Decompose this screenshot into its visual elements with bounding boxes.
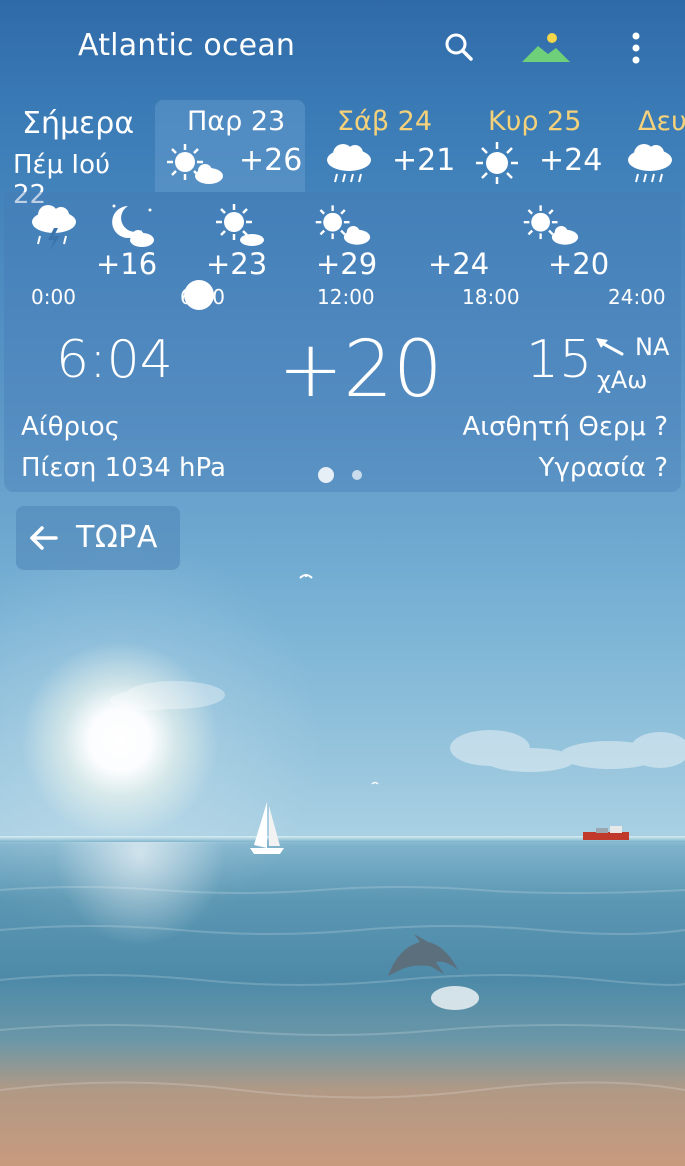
wind-name: χΑω bbox=[597, 366, 648, 394]
thunderstorm-icon bbox=[32, 205, 76, 250]
sea-waves bbox=[0, 886, 685, 1099]
partly-cloudy-icon bbox=[523, 205, 579, 245]
scenery-button[interactable] bbox=[518, 28, 574, 68]
bird-small bbox=[371, 781, 379, 785]
more-options-button[interactable] bbox=[622, 28, 650, 68]
tab-sat[interactable]: Σάβ 24 +21 bbox=[315, 100, 455, 192]
day-label: Παρ 23 bbox=[187, 106, 286, 137]
page-dot-active bbox=[318, 467, 334, 483]
wind-direction-arrow-icon bbox=[596, 338, 624, 356]
search-icon bbox=[445, 33, 473, 61]
day-temp: +24 bbox=[539, 143, 603, 178]
partly-cloudy-icon bbox=[216, 204, 264, 246]
feels-like-text: Αισθητή Θερμ ? bbox=[462, 412, 668, 442]
page-dot bbox=[352, 470, 362, 480]
hourly-temp: +23 bbox=[206, 247, 268, 281]
wind-direction: ΝΑ bbox=[635, 333, 670, 361]
rain-icon bbox=[628, 144, 672, 183]
rain-icon bbox=[327, 144, 371, 183]
current-temperature: +20 bbox=[278, 325, 443, 415]
day-temp: +26 bbox=[239, 143, 303, 178]
more-vert-icon bbox=[632, 32, 640, 64]
tab-sun[interactable]: Κυρ 25 +24 bbox=[468, 100, 608, 192]
pressure-text: Πίεση 1034 hPa bbox=[21, 453, 226, 483]
dolphin bbox=[388, 934, 479, 1010]
day-label: Σάβ 24 bbox=[337, 106, 433, 137]
arrow-back-icon bbox=[30, 526, 58, 550]
night-partly-cloudy-icon bbox=[112, 204, 154, 247]
cargo-ship bbox=[583, 826, 629, 840]
bird bbox=[299, 574, 313, 579]
tab-mon[interactable]: Δευ bbox=[622, 100, 685, 192]
partly-cloudy-icon bbox=[167, 144, 223, 184]
sunrise-time: 6:04 bbox=[56, 330, 173, 390]
day-label: Σήμερα bbox=[22, 106, 135, 141]
day-label: Κυρ 25 bbox=[488, 106, 582, 137]
search-button[interactable] bbox=[440, 28, 480, 68]
tab-fri[interactable]: Παρ 23 +26 bbox=[155, 100, 305, 192]
ocean-scene bbox=[0, 574, 685, 1099]
wind-speed: 15 bbox=[526, 330, 593, 390]
hourly-temp: +20 bbox=[548, 247, 610, 281]
sailboat bbox=[250, 802, 284, 854]
cloud-left bbox=[110, 681, 225, 710]
hourly-time: 12:00 bbox=[317, 285, 375, 309]
app-bar: Atlantic ocean bbox=[0, 0, 685, 96]
page-indicator bbox=[316, 465, 376, 485]
hourly-time: 0:00 bbox=[31, 285, 76, 309]
cloud-right bbox=[450, 730, 685, 772]
hourly-temp: +29 bbox=[316, 247, 378, 281]
day-label: Δευ bbox=[638, 106, 685, 137]
partly-cloudy-icon bbox=[315, 205, 371, 245]
current-time-marker[interactable] bbox=[184, 280, 214, 310]
hourly-time: 24:00 bbox=[608, 285, 666, 309]
location-title[interactable]: Atlantic ocean bbox=[78, 28, 295, 63]
weather-app: Atlantic ocean Σήμερα Πέμ Ιού 22 Παρ 23 … bbox=[0, 0, 685, 1166]
hourly-time: 18:00 bbox=[462, 285, 520, 309]
day-temp: +21 bbox=[392, 143, 456, 178]
humidity-text: Υγρασία ? bbox=[538, 453, 668, 483]
hourly-temp: +16 bbox=[96, 247, 158, 281]
sun-icon bbox=[476, 142, 518, 184]
now-button[interactable]: ΤΩΡΑ bbox=[16, 506, 180, 570]
now-button-label: ΤΩΡΑ bbox=[76, 520, 158, 555]
condition-text: Αίθριος bbox=[21, 412, 120, 442]
hourly-temp: +24 bbox=[428, 247, 490, 281]
day-tabs: Σήμερα Πέμ Ιού 22 Παρ 23 +26 Σάβ 24 +21 … bbox=[0, 100, 685, 210]
tab-today[interactable]: Σήμερα Πέμ Ιού 22 bbox=[8, 100, 150, 210]
landscape-icon bbox=[522, 33, 570, 62]
